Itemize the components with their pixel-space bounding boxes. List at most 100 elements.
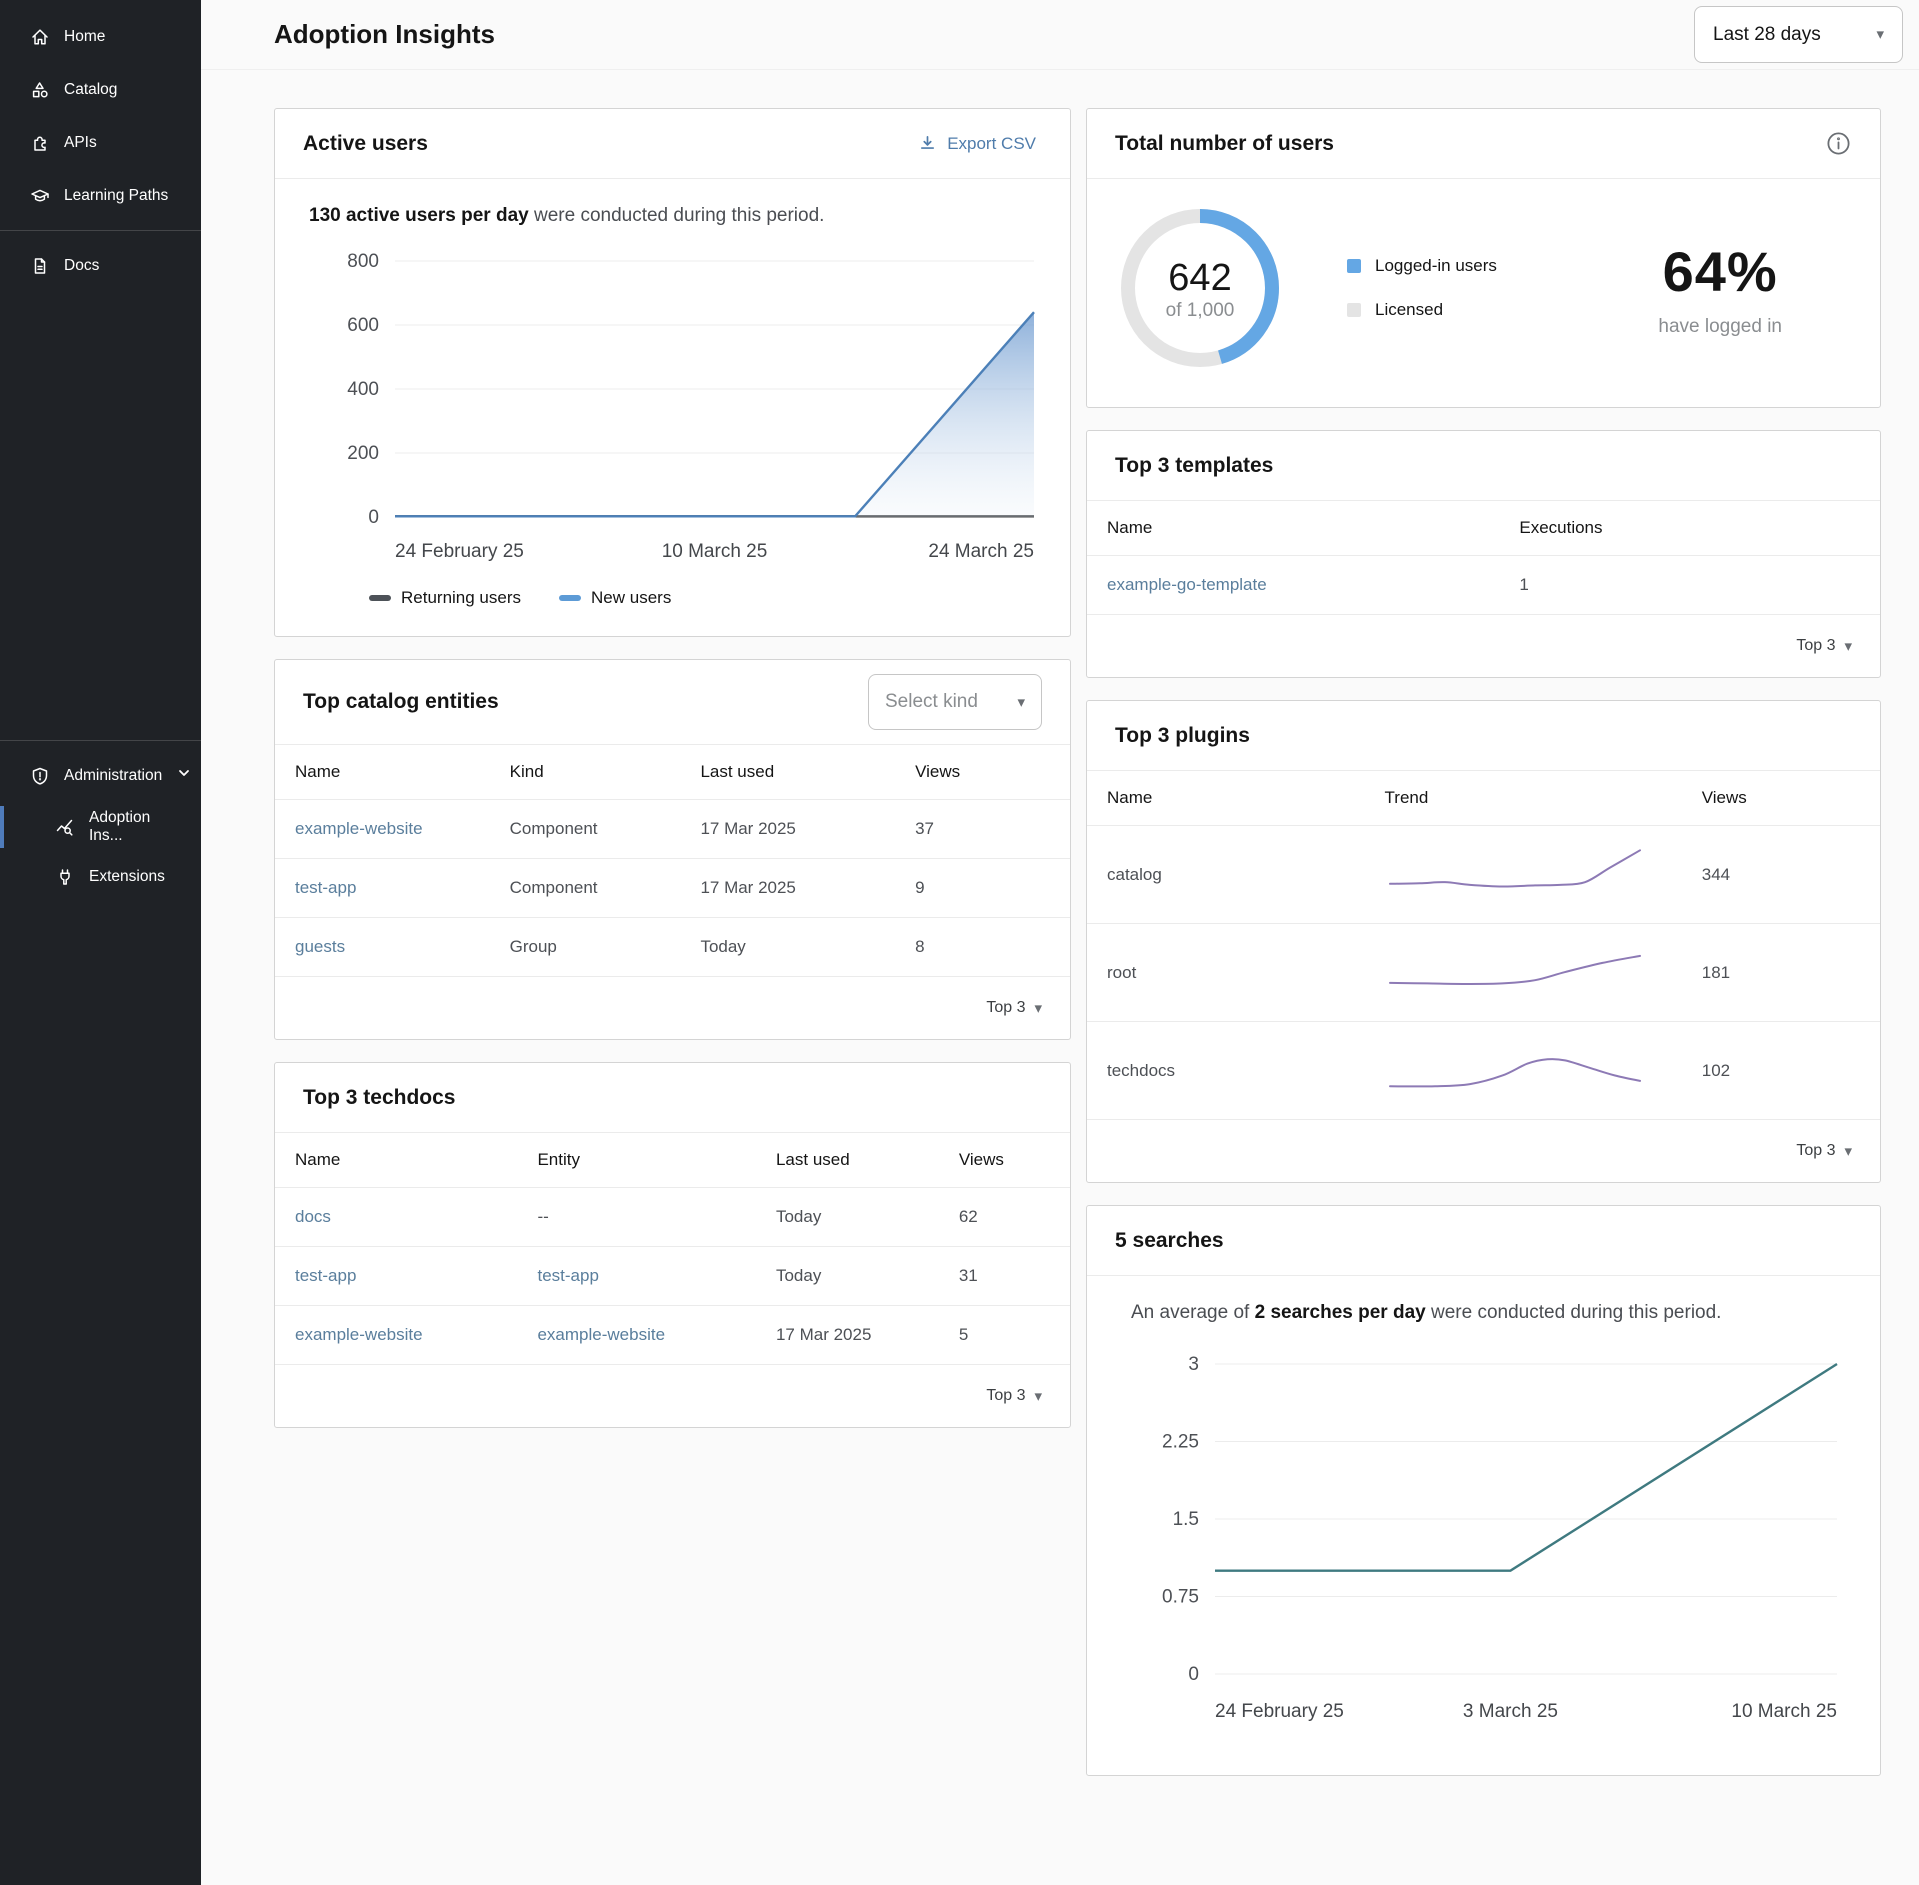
sidebar-divider <box>0 740 201 741</box>
table-row: catalog 344 <box>1087 826 1880 924</box>
top-n-label: Top 3 <box>1796 1142 1835 1160</box>
docs-icon <box>30 256 50 276</box>
column-header: Name <box>275 745 490 800</box>
sidebar-item-apis[interactable]: APIs <box>0 116 201 169</box>
svg-text:24 March 25: 24 March 25 <box>928 541 1034 562</box>
table-header-row: Name Kind Last used Views <box>275 745 1070 800</box>
top-n-select[interactable]: Top 3 ▾ <box>1087 615 1880 677</box>
sidebar-item-extensions[interactable]: Extensions <box>0 852 201 902</box>
sidebar-item-learning-paths[interactable]: Learning Paths <box>0 169 201 222</box>
cell-kind: Group <box>490 918 681 977</box>
cell-last-used: Today <box>756 1188 939 1247</box>
date-range-select[interactable]: Last 28 days ▾ <box>1694 6 1903 63</box>
summary-bold: 130 active users per day <box>309 205 529 226</box>
column-header: Views <box>895 745 1070 800</box>
page-header: Adoption Insights Last 28 days ▾ <box>201 0 1919 70</box>
sidebar-item-label: Administration <box>64 767 162 785</box>
donut-section: 642of 1,000 Logged-in usersLicensed 64% … <box>1087 179 1880 407</box>
cell-views: 8 <box>895 918 1070 977</box>
learning-paths-icon <box>30 186 50 206</box>
main-content: Adoption Insights Last 28 days ▾ Active … <box>201 0 1919 1885</box>
cell-views: 31 <box>939 1247 1070 1306</box>
total-users-card: Total number of users 642of 1,000 Logged… <box>1086 108 1881 408</box>
table-header-row: Name Entity Last used Views <box>275 1133 1070 1188</box>
svg-text:of 1,000: of 1,000 <box>1166 300 1235 321</box>
cell-plugin-name: techdocs <box>1087 1022 1365 1120</box>
card-header: Total number of users <box>1087 109 1880 179</box>
date-range-value: Last 28 days <box>1713 24 1821 46</box>
cell-views: 5 <box>939 1306 1070 1365</box>
card-header: Top catalog entities Select kind ▾ <box>275 660 1070 745</box>
svg-text:10 March 25: 10 March 25 <box>662 541 768 562</box>
active-users-summary: 130 active users per day were conducted … <box>309 205 1036 227</box>
sidebar-item-docs[interactable]: Docs <box>0 239 201 292</box>
template-link[interactable]: example-go-template <box>1107 575 1267 594</box>
entity-link[interactable]: example-website <box>295 819 423 838</box>
table-header-row: Name Executions <box>1087 501 1880 556</box>
svg-text:400: 400 <box>347 379 379 400</box>
sidebar-item-adoption-insights[interactable]: Adoption Ins... <box>0 802 201 852</box>
top-n-select[interactable]: Top 3 ▾ <box>275 1365 1070 1427</box>
cell-plugin-name: root <box>1087 924 1365 1022</box>
top-n-label: Top 3 <box>986 1387 1025 1405</box>
table-row: docs -- Today 62 <box>275 1188 1070 1247</box>
top-catalog-entities-card: Top catalog entities Select kind ▾ Name … <box>274 659 1071 1040</box>
card-title: 5 searches <box>1115 1229 1224 1253</box>
trend-sparkline <box>1385 840 1645 904</box>
column-header: Name <box>1087 771 1365 826</box>
chevron-down-icon <box>176 765 192 786</box>
cell-views: 62 <box>939 1188 1070 1247</box>
svg-text:600: 600 <box>347 315 379 336</box>
techdoc-link[interactable]: test-app <box>295 1266 356 1285</box>
cell-last-used: 17 Mar 2025 <box>680 800 895 859</box>
sidebar-item-home[interactable]: Home <box>0 10 201 63</box>
entity-link[interactable]: guests <box>295 937 345 956</box>
shield-icon <box>30 766 50 786</box>
table-row: example-website example-website 17 Mar 2… <box>275 1306 1070 1365</box>
kind-select[interactable]: Select kind ▾ <box>868 674 1042 730</box>
card-title: Top 3 techdocs <box>303 1086 455 1110</box>
card-header: Top 3 plugins <box>1087 701 1880 771</box>
techdoc-link[interactable]: docs <box>295 1207 331 1226</box>
templates-table: Name Executions example-go-template 1 <box>1087 501 1880 615</box>
top-n-label: Top 3 <box>1796 637 1835 655</box>
svg-text:0.75: 0.75 <box>1162 1587 1199 1608</box>
table-row: guests Group Today 8 <box>275 918 1070 977</box>
techdoc-link[interactable]: example-website <box>295 1325 423 1344</box>
sidebar: Home Catalog APIs Learning Paths Docs <box>0 0 201 1885</box>
cell-kind: Component <box>490 800 681 859</box>
catalog-entities-table: Name Kind Last used Views example-websit… <box>275 745 1070 977</box>
column-header: Views <box>1682 771 1880 826</box>
legend-label: New users <box>591 588 671 608</box>
info-icon[interactable] <box>1825 130 1852 157</box>
sidebar-item-catalog[interactable]: Catalog <box>0 63 201 116</box>
active-users-legend: Returning usersNew users <box>369 588 1042 608</box>
card-title: Total number of users <box>1115 132 1334 156</box>
card-header: Active users Export CSV <box>275 109 1070 179</box>
export-csv-button[interactable]: Export CSV <box>912 133 1042 155</box>
entity-link[interactable]: example-website <box>537 1325 665 1344</box>
chevron-down-icon: ▾ <box>1017 695 1025 710</box>
entity-link[interactable]: test-app <box>295 878 356 897</box>
trend-sparkline <box>1385 1036 1645 1100</box>
users-donut-chart: 642of 1,000 <box>1115 203 1285 373</box>
sidebar-bottom-group: Administration Adoption Ins... Extension… <box>0 732 201 902</box>
top-n-select[interactable]: Top 3 ▾ <box>1087 1120 1880 1182</box>
chevron-down-icon: ▾ <box>1034 1001 1042 1016</box>
column-header: Name <box>275 1133 517 1188</box>
legend-label: Logged-in users <box>1375 256 1497 276</box>
techdocs-table: Name Entity Last used Views docs -- Toda… <box>275 1133 1070 1365</box>
top-n-select[interactable]: Top 3 ▾ <box>275 977 1070 1039</box>
cell-last-used: 17 Mar 2025 <box>680 859 895 918</box>
svg-text:24 February 25: 24 February 25 <box>395 541 524 562</box>
sidebar-item-administration[interactable]: Administration <box>0 749 201 802</box>
entity-link[interactable]: test-app <box>537 1266 598 1285</box>
cell-plugin-name: catalog <box>1087 826 1365 924</box>
searches-summary: An average of 2 searches per day were co… <box>1131 1302 1846 1324</box>
dashboard-columns: Active users Export CSV 130 active users… <box>274 108 1881 1776</box>
svg-text:2.25: 2.25 <box>1162 1432 1199 1453</box>
summary-prefix: An average of <box>1131 1302 1255 1323</box>
sidebar-item-label: Catalog <box>64 81 117 99</box>
card-title: Top catalog entities <box>303 690 499 714</box>
column-header: Kind <box>490 745 681 800</box>
